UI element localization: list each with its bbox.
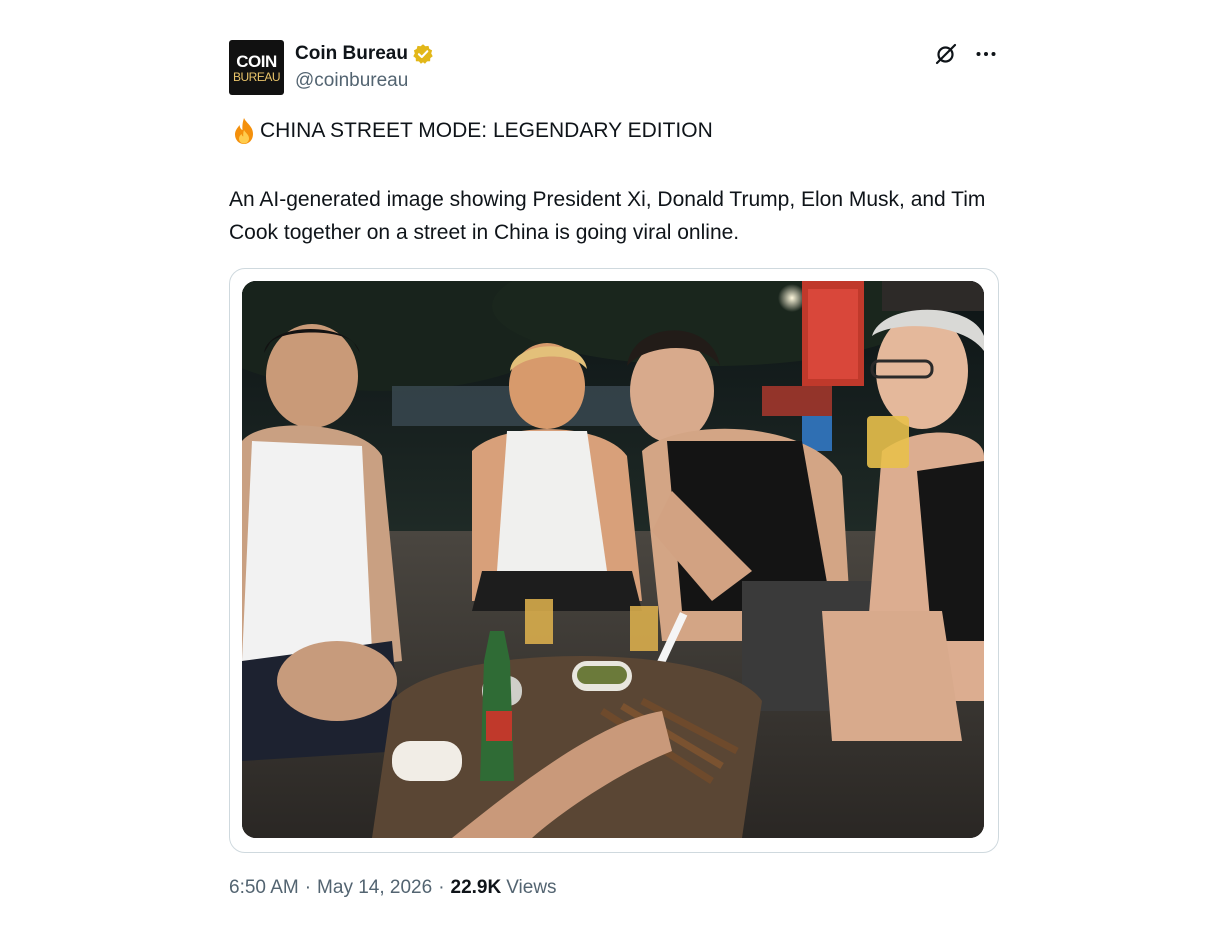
handle[interactable]: @coinbureau [295, 70, 434, 92]
tweet-headline: CHINA STREET MODE: LEGENDARY EDITION [229, 116, 999, 146]
tweet-time-link[interactable]: 6:50 AM · May 14, 2026 [229, 877, 432, 899]
views-count: 22.9K [450, 877, 502, 898]
header-actions [933, 41, 999, 67]
avatar-text-line2: BUREAU [232, 69, 281, 84]
name-row: Coin Bureau [295, 42, 434, 66]
tweet: COIN BUREAU Coin Bureau @coinbureau CHIN… [229, 40, 999, 899]
views-label: Views [506, 877, 557, 898]
tweet-body: An AI-generated image showing President … [229, 188, 986, 244]
tweet-date: May 14, 2026 [317, 877, 433, 898]
verified-badge-icon[interactable] [412, 43, 434, 65]
tweet-photo[interactable] [242, 281, 984, 838]
display-name[interactable]: Coin Bureau [295, 43, 408, 65]
tweet-header: COIN BUREAU Coin Bureau @coinbureau [229, 40, 999, 96]
avatar[interactable]: COIN BUREAU [229, 40, 284, 95]
grok-icon[interactable] [933, 41, 959, 67]
tweet-time: 6:50 AM [229, 877, 299, 898]
headline-text: CHINA STREET MODE: LEGENDARY EDITION [260, 119, 713, 142]
tweet-meta: 6:50 AM · May 14, 2026 · 22.9K Views [229, 877, 999, 899]
avatar-text-line1: COIN [236, 51, 277, 71]
fire-icon [229, 116, 259, 146]
media-card[interactable] [229, 268, 999, 853]
author-names: Coin Bureau @coinbureau [295, 42, 434, 92]
more-icon[interactable] [973, 41, 999, 67]
meta-separator: · [438, 877, 445, 898]
meta-separator: · [304, 877, 312, 898]
